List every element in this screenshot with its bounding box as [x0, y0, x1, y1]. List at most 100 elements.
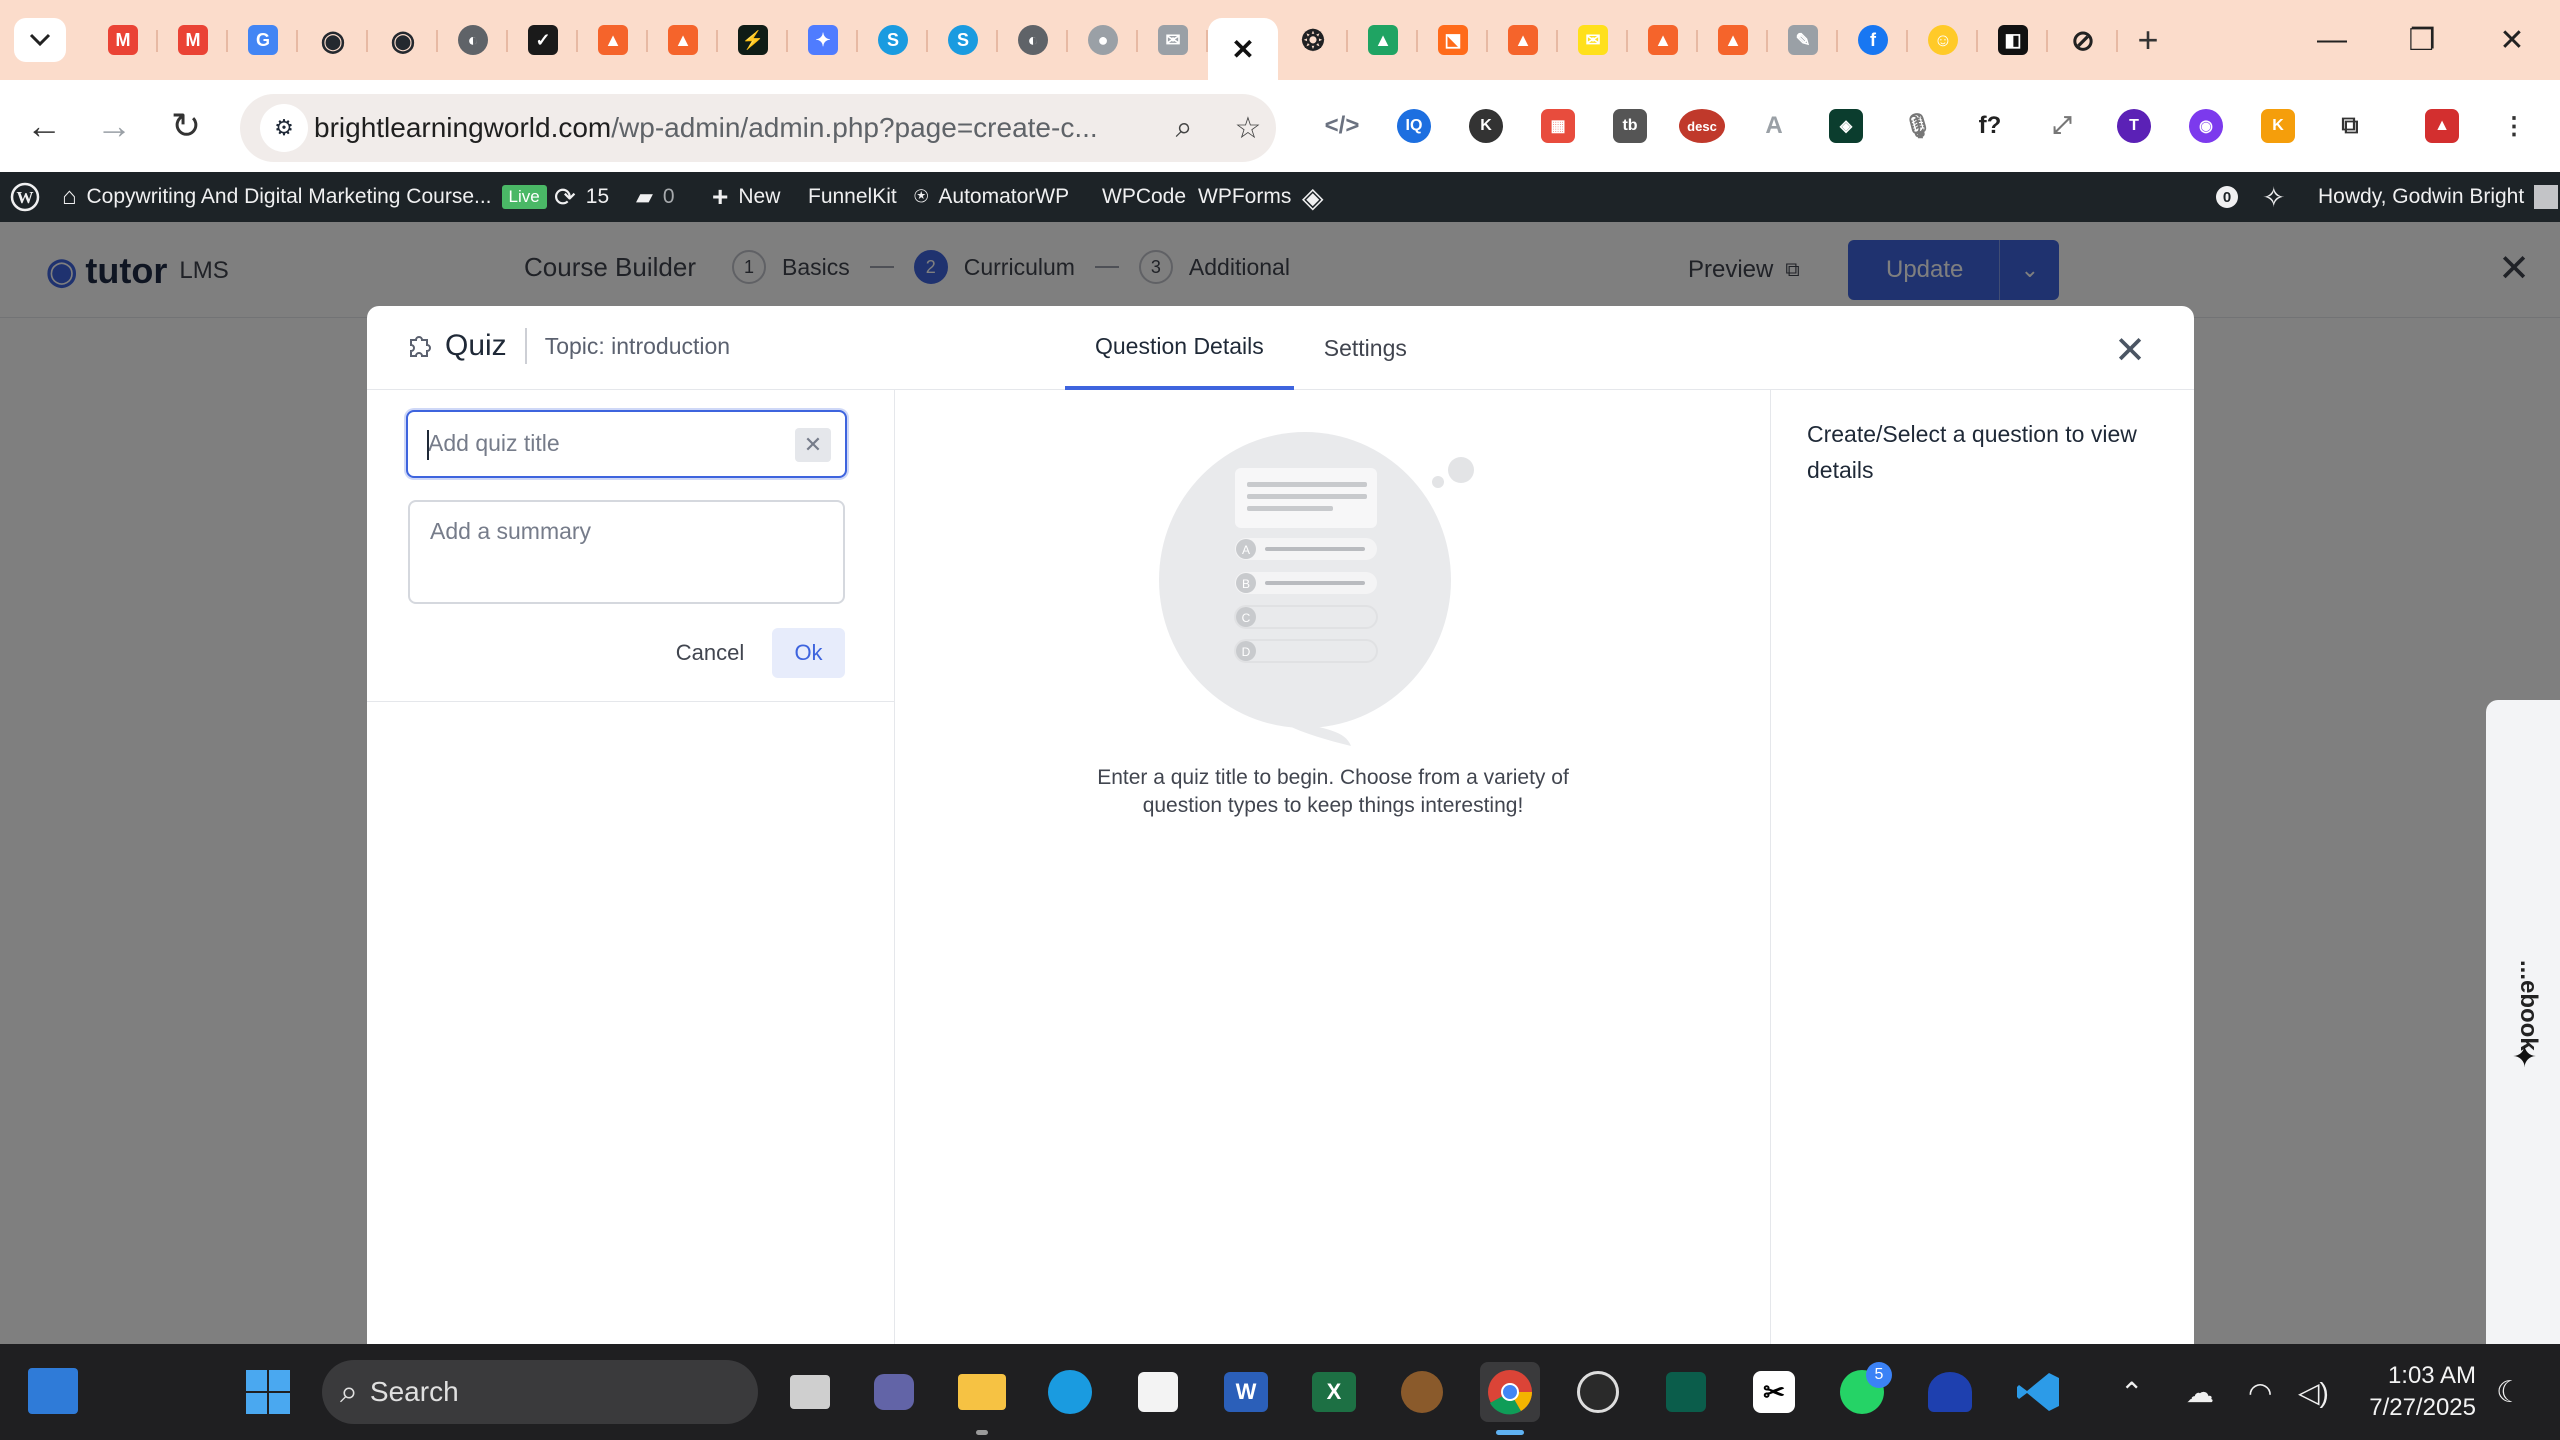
onedrive-icon[interactable]: ☁ [2186, 1344, 2214, 1440]
browser-tab[interactable]: ✉ [1138, 18, 1208, 62]
browser-tab[interactable]: ❂ [1278, 18, 1348, 62]
teams-icon[interactable] [864, 1362, 924, 1422]
reload-button[interactable]: ↻ [160, 100, 212, 152]
browser-tab[interactable]: ✉ [1558, 18, 1628, 62]
site-info-icon[interactable]: ⚙ [260, 104, 308, 152]
wordpress-logo-icon[interactable]: W [10, 172, 40, 222]
app-icon[interactable] [1656, 1362, 1716, 1422]
side-panel-tab[interactable]: ...ebook ✦ [2486, 700, 2560, 1344]
browser-tab[interactable]: M [158, 18, 228, 62]
iq-icon[interactable]: IQ [1378, 100, 1450, 152]
wp-menu-wpforms[interactable]: WPForms [1198, 172, 1291, 222]
file-explorer-icon[interactable] [952, 1362, 1012, 1422]
browser-tab[interactable]: ⬔ [1418, 18, 1488, 62]
close-window-button[interactable]: ✕ [2474, 0, 2550, 80]
chrome-icon[interactable] [1480, 1362, 1540, 1422]
vscode-icon[interactable] [2008, 1362, 2068, 1422]
tb-icon[interactable]: tb [1594, 100, 1666, 152]
quiz-summary-field[interactable] [408, 500, 845, 604]
ok-button[interactable]: Ok [772, 628, 845, 678]
moon-icon[interactable]: ☾ [2496, 1344, 2523, 1440]
browser-tab[interactable]: ▲ [1488, 18, 1558, 62]
wp-new-content[interactable]: + New [712, 172, 780, 222]
minimize-button[interactable]: — [2294, 0, 2370, 80]
tab-question-details[interactable]: Question Details [1065, 306, 1294, 390]
wp-comments[interactable]: ▰ 0 [636, 172, 675, 222]
clear-input-button[interactable]: ✕ [795, 428, 831, 462]
quiz-title-input[interactable] [428, 430, 768, 457]
address-bar[interactable]: ⚙ brightlearningworld.com/wp-admin/admin… [240, 94, 1276, 162]
code-icon[interactable]: </> [1306, 100, 1378, 152]
function-icon[interactable]: f? [1954, 100, 2026, 152]
wp-notifications[interactable]: 0 [2216, 172, 2238, 222]
zoom-icon[interactable]: ⌕ [1160, 104, 1208, 152]
microsoft-store-icon[interactable] [1128, 1362, 1188, 1422]
browser-tab[interactable]: ● [1068, 18, 1138, 62]
browser-tab[interactable]: S [858, 18, 928, 62]
whatsapp-icon[interactable]: 5 [1832, 1362, 1892, 1422]
wp-updates[interactable]: ⟳ 15 [554, 172, 609, 222]
new-tab-button[interactable]: + [2118, 18, 2178, 62]
browser-tab[interactable]: ▲ [1698, 18, 1768, 62]
diamond-icon[interactable]: ◈ [1810, 100, 1882, 152]
microphone-icon[interactable]: 🎙 [1882, 100, 1954, 152]
browser-tab[interactable]: f [1838, 18, 1908, 62]
browser-tab[interactable]: ◐ [998, 18, 1068, 62]
wp-account-menu[interactable]: Howdy, Godwin Bright [2318, 172, 2559, 222]
bookmark-star-icon[interactable]: ☆ [1224, 104, 1272, 152]
k-icon[interactable]: K [1450, 100, 1522, 152]
obs-icon[interactable] [1568, 1362, 1628, 1422]
clock[interactable]: 1:03 AM 7/27/2025 [2352, 1360, 2476, 1424]
browser-tab[interactable]: ▲ [648, 18, 718, 62]
browser-tab[interactable]: G [228, 18, 298, 62]
t-icon[interactable]: T [2098, 100, 2170, 152]
capcut-icon[interactable]: ✂ [1744, 1362, 1804, 1422]
restore-button[interactable]: ❐ [2384, 0, 2460, 80]
game-icon[interactable] [1392, 1362, 1452, 1422]
active-tab-close-button[interactable]: ✕ [1208, 18, 1278, 80]
k-badge-icon[interactable]: K [2242, 100, 2314, 152]
browser-tab[interactable]: S [928, 18, 998, 62]
menu-icon[interactable]: ⋮ [2478, 100, 2550, 152]
task-view-icon[interactable] [780, 1362, 840, 1422]
excel-icon[interactable]: X [1304, 1362, 1364, 1422]
colorgrid-icon[interactable]: ▦ [1522, 100, 1594, 152]
browser-tab[interactable]: ✎ [1768, 18, 1838, 62]
quiz-title-field[interactable]: ✕ [406, 410, 847, 478]
descript-icon[interactable]: desc [1666, 100, 1738, 152]
tab-search-button[interactable] [14, 18, 66, 62]
diamond-icon[interactable]: ◈ [1302, 172, 1324, 222]
browser-tab[interactable]: ☺ [1908, 18, 1978, 62]
back-button[interactable]: ← [18, 100, 70, 152]
quiz-summary-input[interactable] [430, 518, 820, 588]
widgets-icon[interactable] [28, 1368, 78, 1414]
volume-icon[interactable]: ◁) [2298, 1344, 2329, 1440]
profile-icon[interactable]: ▲ [2406, 100, 2478, 152]
wifi-icon[interactable]: ◠ [2248, 1344, 2272, 1440]
eye-icon[interactable]: ◉ [2170, 100, 2242, 152]
expand-icon[interactable]: ⤢ [2026, 100, 2098, 152]
browser-tab[interactable]: M [88, 18, 158, 62]
browser-tab[interactable]: ◉ [298, 18, 368, 62]
edge-icon[interactable] [1040, 1362, 1100, 1422]
browser-tab[interactable]: ⊘ [2048, 18, 2118, 62]
wp-menu-funnelkit[interactable]: FunnelKit [808, 172, 897, 222]
word-icon[interactable]: W [1216, 1362, 1276, 1422]
browser-tab[interactable]: ⚡ [718, 18, 788, 62]
browser-tab[interactable]: ✓ [508, 18, 578, 62]
show-hidden-icons[interactable]: ⌃ [2120, 1344, 2143, 1440]
tab-settings[interactable]: Settings [1294, 306, 1437, 390]
browser-tab[interactable]: ▲ [1628, 18, 1698, 62]
browser-tab[interactable]: ▲ [578, 18, 648, 62]
taskbar-search[interactable]: ⌕ Search [322, 1360, 758, 1424]
forward-button[interactable]: → [88, 100, 140, 152]
hanzi-icon[interactable]: A [1738, 100, 1810, 152]
wp-menu-wpcode[interactable]: WPCode [1102, 172, 1186, 222]
wp-site-name[interactable]: ⌂ Copywriting And Digital Marketing Cour… [62, 172, 547, 222]
close-modal-button[interactable]: ✕ [2114, 328, 2146, 373]
sparkle-icon[interactable]: ✧ [2262, 172, 2285, 222]
windows-start-icon[interactable] [238, 1362, 298, 1422]
browser-tab[interactable]: ✦ [788, 18, 858, 62]
browser-tab[interactable]: ◐ [438, 18, 508, 62]
browser-tab[interactable]: ◧ [1978, 18, 2048, 62]
